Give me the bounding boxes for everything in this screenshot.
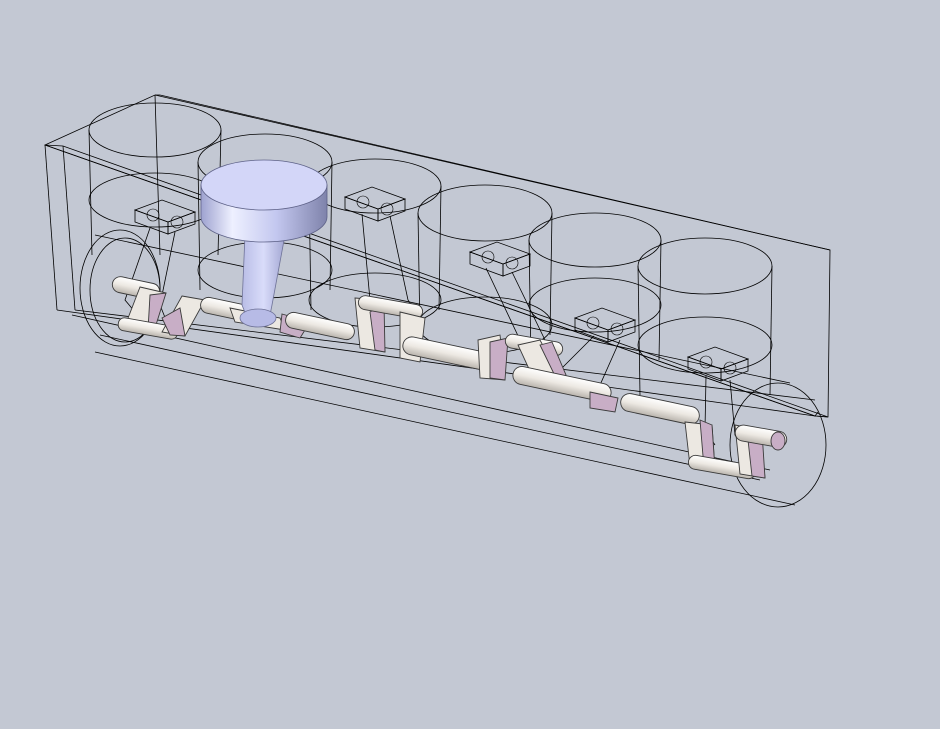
piston-icon[interactable] xyxy=(200,159,328,243)
cad-viewport[interactable] xyxy=(0,0,940,729)
engine-assembly-graphics[interactable] xyxy=(0,0,940,729)
